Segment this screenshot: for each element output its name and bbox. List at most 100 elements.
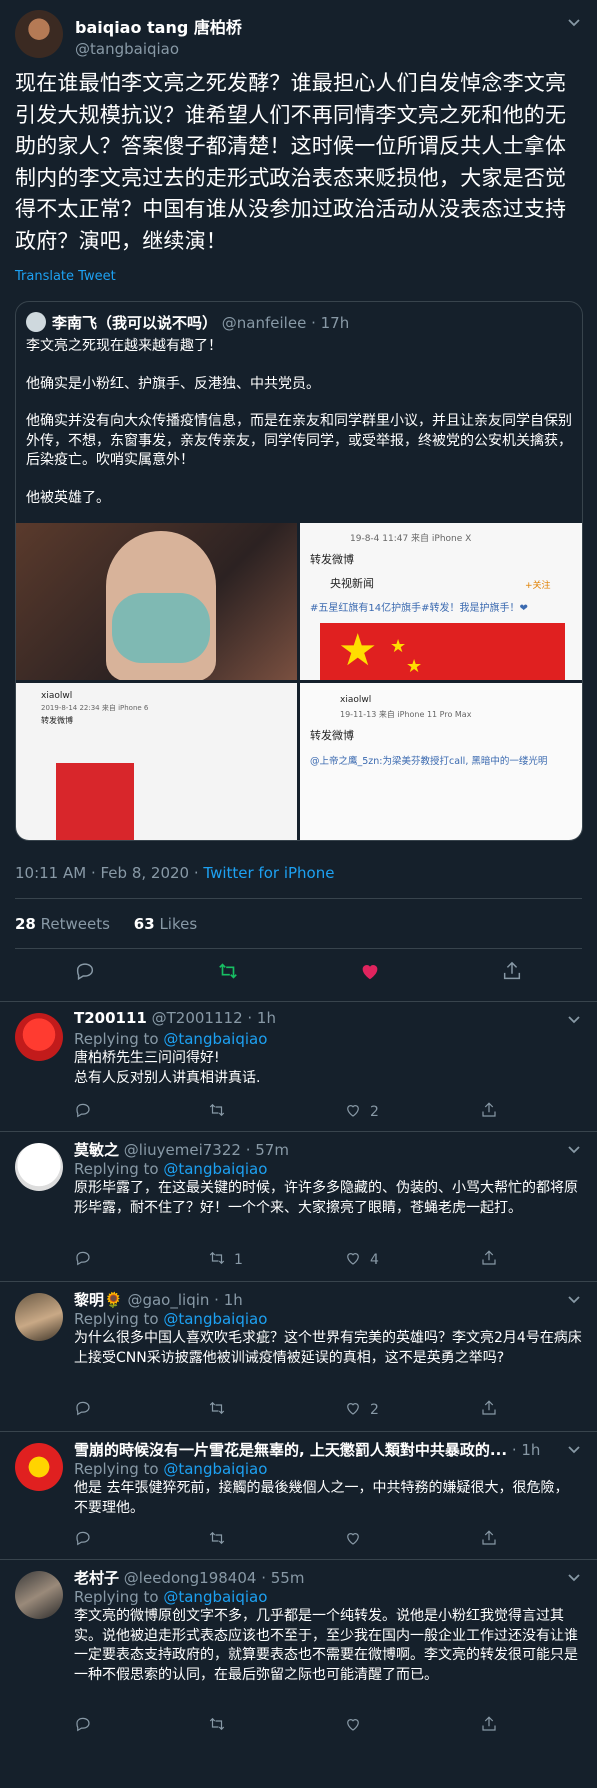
reply-button[interactable] <box>74 1101 92 1121</box>
avatar[interactable] <box>15 1293 63 1341</box>
retweet-icon <box>209 1401 225 1415</box>
like-icon[interactable] <box>359 960 381 982</box>
reply-tweet[interactable]: 莫敏之 @liuyemei7322 · 57m Replying to @tan… <box>0 1131 597 1281</box>
chevron-down-icon[interactable] <box>566 1011 582 1027</box>
share-icon <box>482 1400 496 1415</box>
reply-header: 雪崩的時候沒有一片雪花是無辜的, 上天懲罰人類對中共暴政的... · 1h <box>74 1439 582 1460</box>
quoted-author-handle: @nanfeilee <box>221 314 307 332</box>
retweet-icon[interactable] <box>217 960 239 982</box>
replying-to-link[interactable]: @tangbaiqiao <box>163 1310 267 1328</box>
chevron-down-icon[interactable] <box>566 1569 582 1585</box>
likes-count: 63 <box>133 915 155 933</box>
quoted-tweet[interactable]: 李南飞（我可以说不吗） @nanfeilee · 17h 李文亮之死现在越来越有… <box>15 301 583 841</box>
reply-icon <box>76 1531 90 1546</box>
reply-tweet[interactable]: 雪崩的時候沒有一片雪花是無辜的, 上天懲罰人類對中共暴政的... · 1h Re… <box>0 1431 597 1559</box>
reply-author-handle[interactable]: @gao_liqin <box>127 1291 209 1309</box>
avatar[interactable] <box>15 1143 63 1191</box>
chevron-down-icon[interactable] <box>566 1141 582 1157</box>
retweet-button[interactable] <box>208 1529 234 1549</box>
reply-author-name[interactable]: T200111 <box>74 1009 147 1027</box>
like-button[interactable] <box>344 1529 370 1549</box>
reply-header: 老村子 @leedong198404 · 55m <box>74 1567 582 1588</box>
avatar[interactable] <box>15 10 63 58</box>
replying-to-link[interactable]: @tangbaiqiao <box>163 1160 267 1178</box>
retweet-button[interactable] <box>208 1715 234 1735</box>
like-count: 2 <box>370 1402 379 1418</box>
reply-tweet[interactable]: 老村子 @leedong198404 · 55m Replying to @ta… <box>0 1559 597 1749</box>
weibo-follow: +关注 <box>525 581 551 591</box>
replying-to-link[interactable]: @tangbaiqiao <box>163 1460 267 1478</box>
retweet-button[interactable] <box>208 1101 234 1121</box>
tweet-timestamp[interactable]: 10:11 AM · Feb 8, 2020 · <box>15 864 203 882</box>
weibo-mention: @上帝之鹰_5zn:为梁美芬教授打call, 黑暗中的一缕光明 <box>310 756 548 767</box>
translate-tweet-link[interactable]: Translate Tweet <box>15 269 116 284</box>
share-button[interactable] <box>480 1101 498 1121</box>
reply-text: 原形毕露了，在这最关键的时候，许许多多隐藏的、伪装的、小骂大帮忙的都将原形毕露，… <box>74 1179 582 1218</box>
retweets-stat[interactable]: 28 Retweets <box>15 915 110 933</box>
reply-author-name[interactable]: 莫敏之 <box>74 1141 119 1159</box>
likes-stat[interactable]: 63 Likes <box>134 915 197 933</box>
reply-time[interactable]: · 1h <box>247 1009 276 1027</box>
retweet-button[interactable] <box>208 1399 234 1419</box>
reply-author-name[interactable]: 黎明🌻 <box>74 1291 123 1309</box>
reply-author-name[interactable]: 雪崩的時候沒有一片雪花是無辜的, 上天懲罰人類對中共暴政的... <box>74 1441 507 1459</box>
main-tweet-actions <box>0 960 597 990</box>
reply-body: 黎明🌻 @gao_liqin · 1h Replying to @tangbai… <box>74 1289 582 1368</box>
share-button[interactable] <box>480 1715 498 1735</box>
chevron-down-icon[interactable] <box>566 1441 582 1457</box>
tweet-source-link[interactable]: Twitter for iPhone <box>203 864 334 882</box>
weibo-repost: 转发微博 <box>310 729 354 742</box>
screenshot-weibo-mention[interactable]: xiaolwl 19-11-13 来自 iPhone 11 Pro Max 转发… <box>300 683 582 840</box>
avatar[interactable] <box>15 1571 63 1619</box>
author-display-name[interactable]: baiqiao tang 唐柏桥 <box>75 14 242 38</box>
reply-line: 为什么很多中国人喜欢吹毛求疵？这个世界有完美的英雄吗？李文亮2月4号在病床上接受… <box>74 1330 582 1366</box>
reply-button[interactable] <box>74 1529 92 1549</box>
like-button[interactable]: 2 <box>344 1399 379 1419</box>
like-icon <box>347 1253 359 1265</box>
screenshot-weibo-repost[interactable]: xiaolwl 2019-8-14 22:34 来自 iPhone 6 转发微博 <box>16 683 297 840</box>
reply-time[interactable]: · 55m <box>261 1569 304 1587</box>
retweet-count: 1 <box>234 1252 243 1268</box>
reply-body: 莫敏之 @liuyemei7322 · 57m Replying to @tan… <box>74 1139 582 1218</box>
reply-author-name[interactable]: 老村子 <box>74 1569 119 1587</box>
reply-time[interactable]: · 57m <box>246 1141 289 1159</box>
red-poster-image <box>56 763 134 840</box>
like-button[interactable]: 4 <box>344 1249 379 1269</box>
reply-author-handle[interactable]: @liuyemei7322 <box>124 1141 241 1159</box>
photo-selfie-mask[interactable] <box>16 523 297 680</box>
reply-button[interactable] <box>74 1715 92 1735</box>
reply-time[interactable]: · 1h <box>512 1441 541 1459</box>
reply-button[interactable] <box>74 1399 92 1419</box>
quoted-tweet-header: 李南飞（我可以说不吗） @nanfeilee · 17h <box>26 312 349 333</box>
retweet-button[interactable]: 1 <box>208 1249 243 1269</box>
quoted-paragraph: 他被英雄了。 <box>26 489 110 506</box>
avatar[interactable] <box>15 1443 63 1491</box>
like-button[interactable]: 2 <box>344 1101 379 1121</box>
replying-to-link[interactable]: @tangbaiqiao <box>163 1030 267 1048</box>
reply-tweet[interactable]: T200111 @T2001112 · 1h Replying to @tang… <box>0 1001 597 1131</box>
replying-to: Replying to @tangbaiqiao <box>74 1310 582 1328</box>
replying-to: Replying to @tangbaiqiao <box>74 1588 582 1606</box>
like-button[interactable] <box>344 1715 370 1735</box>
screenshot-weibo-flag[interactable]: 19-8-4 11:47 来自 iPhone X 转发微博 央视新闻 +关注 #… <box>300 523 582 680</box>
reply-button[interactable] <box>74 1249 92 1269</box>
reply-tweet[interactable]: 黎明🌻 @gao_liqin · 1h Replying to @tangbai… <box>0 1281 597 1431</box>
reply-author-handle[interactable]: @T2001112 <box>152 1009 243 1027</box>
chevron-down-icon[interactable] <box>566 14 582 30</box>
reply-icon[interactable] <box>74 960 96 982</box>
share-button[interactable] <box>480 1529 498 1549</box>
weibo-hashtag: #五星红旗有14亿护旗手#转发！我是护旗手！❤ <box>310 603 528 614</box>
retweet-icon <box>209 1717 225 1731</box>
share-icon <box>482 1530 496 1545</box>
replying-to-link[interactable]: @tangbaiqiao <box>163 1588 267 1606</box>
reply-author-handle[interactable]: @leedong198404 <box>124 1569 257 1587</box>
avatar[interactable] <box>15 1013 63 1061</box>
reply-icon <box>76 1251 90 1266</box>
chevron-down-icon[interactable] <box>566 1291 582 1307</box>
share-icon[interactable] <box>501 960 523 982</box>
share-button[interactable] <box>480 1399 498 1419</box>
share-icon <box>482 1716 496 1731</box>
reply-time[interactable]: · 1h <box>214 1291 243 1309</box>
share-button[interactable] <box>480 1249 498 1269</box>
author-handle[interactable]: @tangbaiqiao <box>75 40 242 58</box>
